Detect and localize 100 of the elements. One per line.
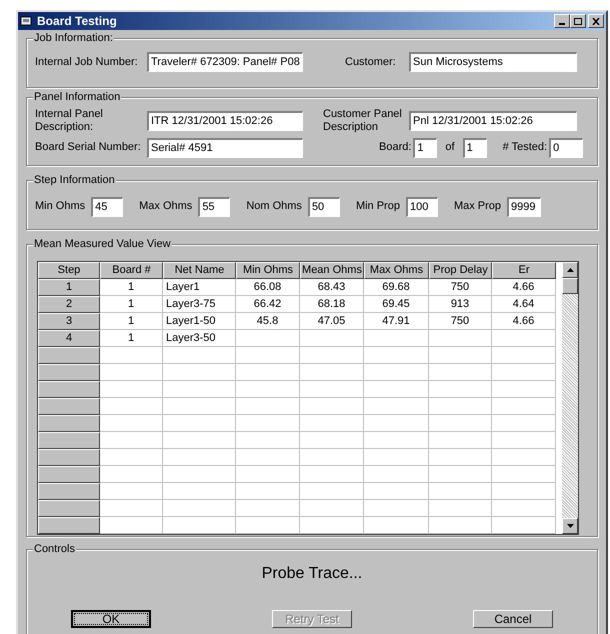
vertical-scrollbar[interactable] [562, 262, 578, 534]
text-field[interactable]: Serial# 4591 [147, 138, 303, 158]
down-arrow-icon [566, 524, 574, 528]
table-cell: 1 [100, 312, 163, 330]
text-field[interactable]: Pnl 12/31/2001 15:02:26 [409, 110, 577, 131]
table-cell [429, 516, 492, 534]
table-cell [236, 364, 300, 381]
column-header: Prop Delay [429, 262, 492, 279]
row-header: 1 [38, 278, 100, 296]
table-cell [429, 482, 492, 500]
table-cell [100, 398, 163, 415]
text-field[interactable]: Traveler# 672309: Panel# P08 [147, 52, 303, 72]
up-arrow-icon [566, 268, 574, 272]
scroll-up-button[interactable] [562, 262, 578, 278]
scroll-down-button[interactable] [562, 518, 578, 534]
table-cell [429, 364, 492, 381]
text-field[interactable]: 1 [462, 138, 487, 158]
close-button[interactable] [588, 14, 604, 28]
column-header: Step [38, 262, 100, 279]
dialog-button[interactable]: OK [71, 610, 151, 628]
table-cell [100, 466, 163, 483]
table-cell: 68.18 [300, 296, 364, 313]
table-cell: 66.08 [236, 278, 300, 296]
column-header: Min Ohms [236, 262, 300, 279]
table-cell [100, 364, 163, 381]
maximize-button[interactable] [570, 14, 586, 28]
table-cell [492, 482, 556, 500]
text-field[interactable]: 1 [413, 138, 438, 158]
table-cell [492, 364, 556, 381]
table-cell: 69.68 [364, 278, 429, 296]
table-cell [236, 500, 300, 517]
text-field[interactable]: 9999 [507, 196, 542, 217]
column-header: Er [492, 262, 556, 279]
table-cell: 45.8 [236, 312, 300, 330]
table-cell [429, 398, 492, 415]
table-cell: 47.91 [364, 312, 429, 330]
table-cell [236, 414, 300, 432]
text-field[interactable]: 50 [308, 196, 340, 217]
table-cell [300, 448, 364, 466]
table-cell [364, 516, 429, 534]
table-cell [364, 448, 429, 466]
group-title: Step Information [33, 172, 116, 187]
field-label: Min Prop [356, 200, 400, 214]
table-cell: 1 [100, 296, 163, 313]
table-cell [429, 500, 492, 517]
table-cell [429, 330, 492, 347]
table-cell [236, 466, 300, 483]
table-cell [429, 380, 492, 398]
table-cell [492, 346, 556, 364]
text-field[interactable]: Sun Microsystems [409, 52, 577, 72]
text-field[interactable]: ITR 12/31/2001 15:02:26 [147, 110, 303, 131]
field-label: Internal Panel Description: [35, 108, 104, 134]
table-cell: 4.64 [492, 296, 556, 313]
table-cell [492, 448, 556, 466]
minimize-button[interactable] [554, 14, 570, 28]
table-cell [300, 398, 364, 415]
table-cell [100, 346, 163, 364]
table-cell: Layer3-50 [163, 330, 236, 347]
table-cell: 47.05 [300, 312, 364, 330]
table-cell: 913 [429, 296, 492, 313]
table-cell [492, 330, 556, 347]
table-cell [300, 432, 364, 449]
maximize-icon [574, 18, 582, 24]
table-cell [364, 330, 429, 347]
table-cell [100, 516, 163, 534]
text-field[interactable]: 0 [549, 138, 584, 158]
table-cell: 1 [100, 278, 163, 296]
table-cell [100, 380, 163, 398]
table-cell: Layer1-50 [163, 312, 236, 330]
row-header: 3 [38, 312, 100, 330]
table-cell [236, 482, 300, 500]
table-cell [364, 364, 429, 381]
table-cell [300, 346, 364, 364]
table-cell [364, 482, 429, 500]
field-label: Nom Ohms [246, 200, 302, 214]
column-header: Max Ohms [364, 262, 429, 279]
table-cell: 68.43 [300, 278, 364, 296]
text-field[interactable]: 45 [91, 196, 124, 217]
table-cell [100, 414, 163, 432]
table-cell [364, 500, 429, 517]
window-title: Board Testing [37, 13, 117, 30]
table-cell [300, 482, 364, 500]
field-label: Board Serial Number: [35, 141, 142, 154]
scroll-thumb[interactable] [562, 278, 578, 294]
text-field[interactable]: 100 [406, 196, 438, 217]
table-cell: 1 [100, 330, 163, 347]
table-cell [364, 380, 429, 398]
table-cell [300, 330, 364, 347]
table-cell [236, 330, 300, 347]
field-label: Customer: [345, 56, 397, 68]
table-cell [236, 432, 300, 449]
field-label: Board: [379, 141, 412, 154]
text-field[interactable]: 55 [198, 196, 230, 217]
dialog-button[interactable]: Cancel [473, 610, 553, 628]
table-cell [100, 500, 163, 517]
table-cell [300, 380, 364, 398]
table-cell [236, 380, 300, 398]
table-cell [300, 500, 364, 517]
table-cell: Layer1 [163, 278, 236, 296]
table-cell [429, 346, 492, 364]
